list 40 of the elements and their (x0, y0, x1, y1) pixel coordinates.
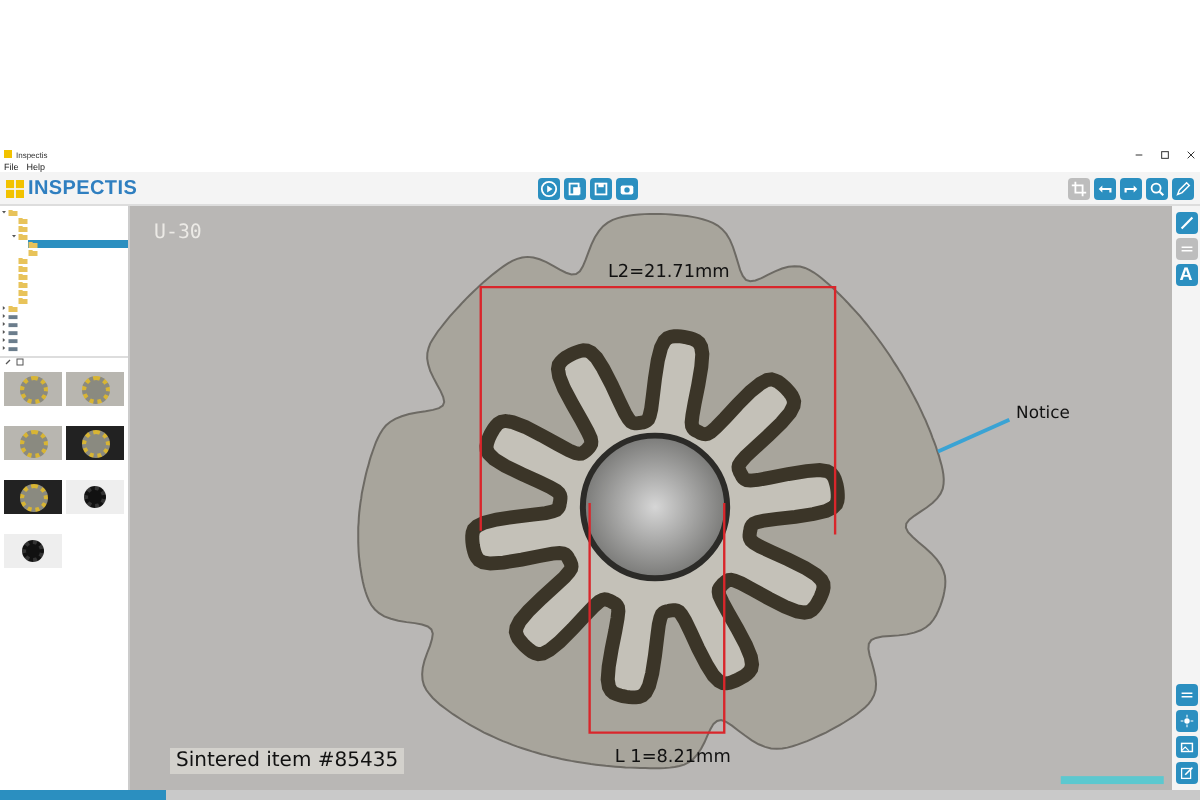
dimension-label: L2=21.71mm (607, 263, 730, 284)
search-button[interactable] (1146, 177, 1168, 199)
lines-button[interactable] (1175, 684, 1197, 706)
redo-button[interactable] (1120, 177, 1142, 199)
brightness-icon (1177, 712, 1195, 730)
pen-button[interactable] (1172, 177, 1194, 199)
grid-icon[interactable] (16, 358, 24, 366)
play-button[interactable] (538, 177, 560, 199)
copy-button[interactable] (564, 177, 586, 199)
close-icon[interactable] (1186, 149, 1196, 159)
camera-icon (618, 179, 636, 197)
pen-button[interactable] (1175, 212, 1197, 234)
lines-icon (1177, 240, 1195, 258)
edit-button[interactable] (1175, 762, 1197, 784)
dimension-label: L 1=8.21mm (614, 748, 731, 769)
text-button[interactable]: A (1175, 264, 1197, 286)
scale-bar (1060, 776, 1164, 785)
maximize-icon[interactable] (1160, 149, 1170, 159)
note-label: Notice (1016, 401, 1070, 422)
minimize-icon[interactable] (1134, 149, 1144, 159)
camera-button[interactable] (616, 177, 638, 199)
copy-icon (566, 179, 584, 197)
lines-icon (1177, 686, 1195, 704)
logo-text: INSPECTIS (28, 177, 138, 199)
search-icon (1148, 179, 1166, 197)
logo-squares-icon (6, 179, 24, 197)
tree-item[interactable] (28, 240, 128, 248)
brightness-button[interactable] (1175, 710, 1197, 732)
edit-icon (1177, 764, 1195, 782)
play-icon (540, 179, 558, 197)
save-icon (592, 179, 610, 197)
images-button[interactable] (1175, 736, 1197, 758)
crop-icon (1070, 179, 1088, 197)
save-button[interactable] (590, 177, 612, 199)
pin-icon[interactable] (4, 358, 12, 366)
leader-line (937, 418, 1011, 454)
app-icon (4, 150, 12, 158)
undo-button[interactable] (1094, 177, 1116, 199)
image-caption: Sintered item #85435 (170, 748, 405, 774)
images-icon (1177, 738, 1195, 756)
